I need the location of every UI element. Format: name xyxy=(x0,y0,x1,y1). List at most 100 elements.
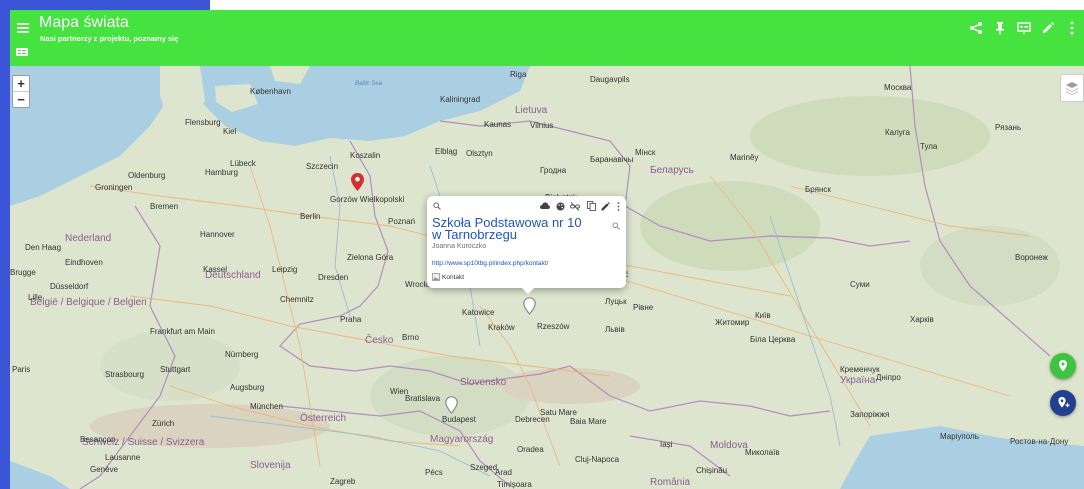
map-label: Slovensko xyxy=(460,377,507,388)
map-label: Kraków xyxy=(488,323,515,332)
popup-cloud-button[interactable] xyxy=(540,201,550,211)
legend-button[interactable] xyxy=(16,43,28,56)
popup-link[interactable]: http://www.sp10tbg.pl/index.php/kontakt/ xyxy=(432,260,548,267)
map-label: Gorzów Wielkopolski xyxy=(330,195,405,204)
map-label: Chemnitz xyxy=(280,295,314,304)
marker-popup: Szkoła Podstawowa nr 10 w Tarnobrzegu Jo… xyxy=(427,196,626,294)
map-label: Arad xyxy=(495,468,512,477)
popup-author: Joanna Kuroczko xyxy=(432,243,487,250)
zoom-out-button[interactable]: − xyxy=(13,91,29,107)
map-label: Düsseldorf xyxy=(50,282,89,291)
map-label: Kiel xyxy=(223,127,237,136)
map-label: Rzeszów xyxy=(537,322,570,331)
menu-button[interactable] xyxy=(14,19,32,37)
map-label: Біла Церква xyxy=(750,335,796,344)
map-label: Eindhoven xyxy=(65,258,103,267)
map-label: Миколаїв xyxy=(745,448,780,457)
map-label: Житомир xyxy=(715,318,750,327)
map-label: Baia Mare xyxy=(570,417,607,426)
map-label: Гродна xyxy=(540,166,567,175)
map-label: Poznań xyxy=(388,217,416,226)
header-actions xyxy=(966,18,1082,38)
share-button[interactable] xyxy=(966,18,986,38)
map-label: Kaunas xyxy=(484,120,512,129)
popup-more-button[interactable] xyxy=(613,201,623,211)
map-label: Genève xyxy=(90,465,119,474)
map-label: Den Haag xyxy=(25,243,62,252)
popup-search-button[interactable] xyxy=(432,201,442,211)
map-label: Oradea xyxy=(517,445,544,454)
map-label: Besançon xyxy=(80,435,116,444)
map-label: København xyxy=(250,87,291,96)
popup-unlink-button[interactable] xyxy=(570,201,580,211)
edit-map-button[interactable] xyxy=(1038,18,1058,38)
menu-icon xyxy=(17,23,29,33)
layers-button[interactable] xyxy=(1060,74,1084,102)
popup-edit-button[interactable] xyxy=(600,201,610,211)
map-label: Київ xyxy=(755,311,771,320)
search-icon xyxy=(433,202,441,210)
map-label: Україна xyxy=(840,375,876,386)
layers-icon xyxy=(1066,82,1078,95)
broken-image-icon xyxy=(432,273,440,281)
map-label: Slovenija xyxy=(250,460,291,471)
share-icon xyxy=(970,22,982,34)
budapest-marker[interactable] xyxy=(445,396,458,419)
map-label: Lausanne xyxy=(105,453,141,462)
more-options-button[interactable] xyxy=(1062,18,1082,38)
map-label: Харків xyxy=(910,315,934,324)
map-label: Leipzig xyxy=(272,265,298,274)
popup-copy-button[interactable] xyxy=(586,201,596,211)
map-pin-icon xyxy=(351,173,364,191)
map-label: Groningen xyxy=(95,183,133,192)
legend-icon xyxy=(16,48,28,56)
map-label: Brno xyxy=(402,333,419,342)
pin-button[interactable] xyxy=(990,18,1010,38)
popup-color-button[interactable] xyxy=(555,201,565,211)
map-label: Брянск xyxy=(805,185,831,194)
map-label: Nederland xyxy=(65,233,112,244)
map-canvas[interactable]: Lietuva Беларусь Україна Deutschland Nederla… xyxy=(10,66,1084,489)
map-label: Рівне xyxy=(633,303,654,312)
map-label: Koszalin xyxy=(350,151,381,160)
map-label: Львів xyxy=(605,325,625,334)
map-label: Lille xyxy=(28,293,43,302)
map-label: Katowice xyxy=(462,308,495,317)
map-label: België / Belgique / Belgien xyxy=(30,297,147,308)
add-location-icon xyxy=(1058,397,1070,408)
app-bar: Mapa świata Nasi partnerzy z projektu, p… xyxy=(10,10,1084,66)
map-label: Bremen xyxy=(150,202,179,211)
map-label: Калуга xyxy=(885,128,910,137)
pin-icon xyxy=(996,22,1004,35)
zoom-in-button[interactable]: + xyxy=(13,76,29,91)
link-off-icon xyxy=(570,201,580,211)
map-label: Bratislava xyxy=(405,394,441,403)
map-label: Kassel xyxy=(203,265,228,274)
map-label: Lübeck xyxy=(230,159,256,168)
more-vert-icon xyxy=(1070,21,1074,35)
map-label: Vilnius xyxy=(530,121,554,130)
popup-zoom-to-button[interactable] xyxy=(612,217,622,230)
presentation-button[interactable] xyxy=(1014,18,1034,38)
map-label: Kaliningrad xyxy=(440,95,481,104)
map-label: Brugge xyxy=(10,268,36,277)
map-label: Baltic Sea xyxy=(355,81,383,87)
map-label: Debrecen xyxy=(515,415,550,424)
map-label: Praha xyxy=(340,315,362,324)
map-label: Дніпро xyxy=(876,373,901,382)
map-label: Szeged xyxy=(470,463,498,472)
add-marker-button[interactable] xyxy=(1050,390,1076,416)
locate-button[interactable] xyxy=(1050,353,1076,379)
map-label: Szczecin xyxy=(306,162,339,171)
map-label: Frankfurt am Main xyxy=(150,327,215,336)
palette-icon xyxy=(556,202,564,210)
selected-marker[interactable] xyxy=(523,297,536,320)
cloud-upload-icon xyxy=(540,202,550,209)
red-marker[interactable] xyxy=(351,173,364,196)
map-label: Zürich xyxy=(152,419,175,428)
popup-toolbar xyxy=(427,201,626,213)
edit-icon xyxy=(601,201,610,210)
zoom-control: + − xyxy=(12,75,30,108)
map-label: Ростов-на-Дону xyxy=(1010,437,1069,446)
map-label: Lietuva xyxy=(515,105,548,116)
